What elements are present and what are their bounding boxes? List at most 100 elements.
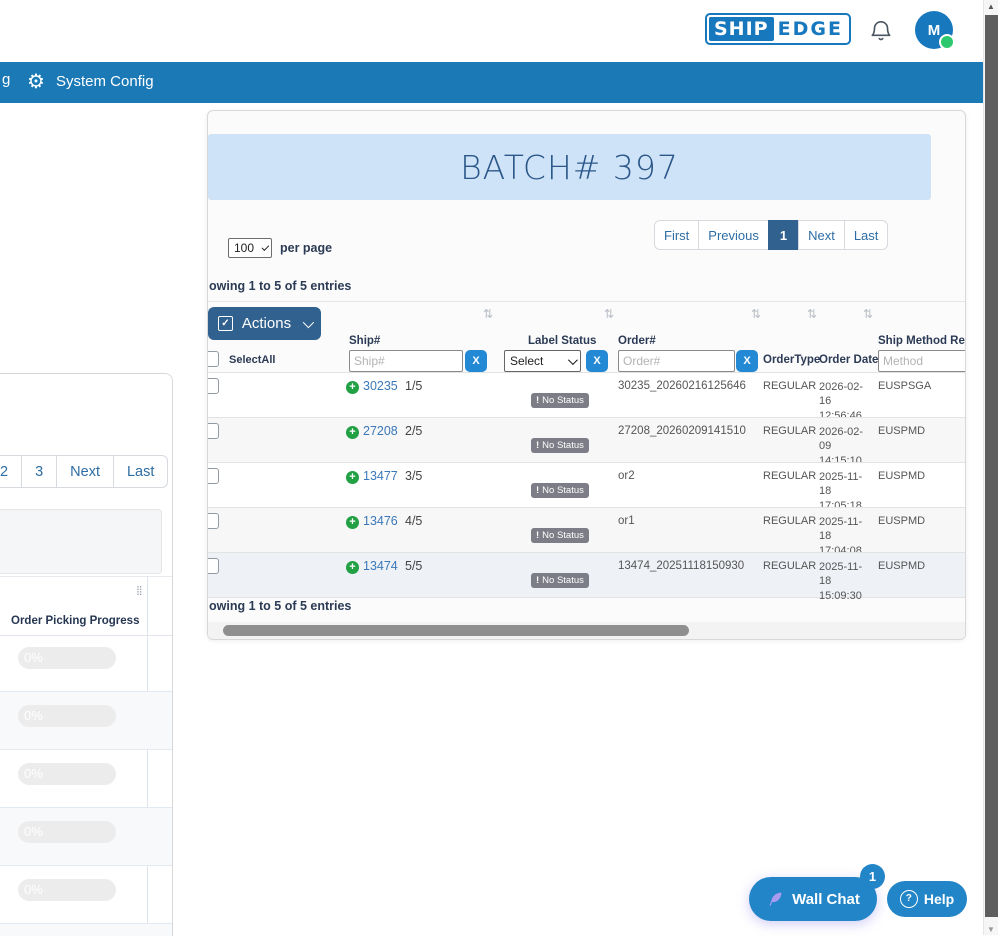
page-next-button[interactable]: Next <box>798 220 845 250</box>
ship-method: EUSPMD <box>878 560 925 572</box>
column-ship[interactable]: Ship# <box>349 335 380 347</box>
filter-row: SelectAll X Select X X OrderType Order D… <box>208 350 966 373</box>
wall-chat-button[interactable]: Wall Chat <box>749 877 877 921</box>
order-type: REGULAR <box>763 425 816 437</box>
logo-edge-text: EDGE <box>774 17 847 41</box>
per-page-control: 100 per page <box>228 238 332 258</box>
sort-icon-ordertype[interactable]: ⇅ <box>751 307 761 321</box>
badge-label: No Status <box>542 530 584 541</box>
drag-handle-icon[interactable]: ⣿ <box>136 588 144 593</box>
gear-icon: ⚙ <box>27 69 45 95</box>
column-order-date[interactable]: Order Date <box>819 354 878 366</box>
sort-icon-order[interactable]: ⇅ <box>604 307 614 321</box>
left-page-2[interactable]: 2 <box>0 455 22 488</box>
row-checkbox[interactable] <box>207 558 219 574</box>
order-number: 27208_20260209141510 <box>618 425 746 437</box>
column-order-type[interactable]: OrderType <box>763 354 820 366</box>
horizontal-scrollbar-thumb[interactable] <box>223 625 689 636</box>
column-order[interactable]: Order# <box>618 335 656 347</box>
clipped-nav-item[interactable]: g <box>2 71 10 88</box>
badge-label: No Status <box>542 395 584 406</box>
page-last-button[interactable]: Last <box>844 220 889 250</box>
progress-row: 0% <box>0 808 172 866</box>
left-progress-rows: 0% 0% 0% 0% 0% 0% <box>0 634 172 936</box>
vertical-scrollbar: ▲ ▼ <box>983 0 998 935</box>
progress-bar: 0% <box>18 647 116 669</box>
sort-icon-ship[interactable]: ⇅ <box>483 307 493 321</box>
ship-filter-input[interactable] <box>349 350 463 372</box>
order-number: 30235_20260216125646 <box>618 380 746 392</box>
clear-order-filter-button[interactable]: X <box>736 350 758 372</box>
column-label-status[interactable]: Label Status <box>528 335 596 347</box>
main-pagination: First Previous 1 Next Last <box>654 220 888 250</box>
select-all-checkbox[interactable] <box>207 351 219 367</box>
vertical-scrollbar-thumb[interactable] <box>985 15 998 917</box>
status-badge: !No Status <box>531 438 589 453</box>
online-status-dot <box>939 34 955 50</box>
ship-method: EUSPMD <box>878 515 925 527</box>
left-page-last[interactable]: Last <box>113 455 168 488</box>
table-header: ⇅ ⇅ ⇅ ⇅ ⇅ Ship# Label Status Order# Ship… <box>208 301 966 373</box>
nav-item-system-config[interactable]: System Config <box>56 73 154 90</box>
table-row: + 13477 3/5 !No Status or2 REGULAR 2025-… <box>208 462 966 507</box>
progress-bar: 0% <box>18 879 116 901</box>
label-status-select[interactable]: Select <box>504 350 581 372</box>
ship-number-link[interactable]: 13476 <box>363 514 398 528</box>
progress-bar: 0% <box>18 763 116 785</box>
row-checkbox[interactable] <box>207 468 219 484</box>
ship-sequence: 3/5 <box>405 469 422 483</box>
clear-ship-filter-button[interactable]: X <box>465 350 487 372</box>
showing-entries-top: owing 1 to 5 of 5 entries <box>209 279 351 293</box>
ship-number-link[interactable]: 27208 <box>363 424 398 438</box>
left-page-next[interactable]: Next <box>56 455 114 488</box>
horizontal-scrollbar <box>208 622 966 639</box>
badge-exclamation: ! <box>536 440 539 451</box>
ship-method: EUSPSGA <box>878 380 931 392</box>
expand-plus-icon[interactable]: + <box>346 471 359 484</box>
row-checkbox[interactable] <box>207 513 219 529</box>
badge-exclamation: ! <box>536 485 539 496</box>
method-filter-input[interactable] <box>878 350 966 372</box>
select-all-label: SelectAll <box>229 354 275 366</box>
page-current-button[interactable]: 1 <box>768 220 799 250</box>
progress-row: 0% <box>0 750 172 808</box>
sort-icon-orderdate[interactable]: ⇅ <box>807 307 817 321</box>
badge-label: No Status <box>542 440 584 451</box>
user-avatar[interactable]: M <box>915 11 953 49</box>
notifications-bell-icon[interactable] <box>868 17 894 45</box>
help-button[interactable]: ? Help <box>887 881 967 917</box>
clear-label-status-button[interactable]: X <box>586 350 608 372</box>
column-ship-method[interactable]: Ship Method Request <box>878 335 966 347</box>
page-first-button[interactable]: First <box>654 220 699 250</box>
progress-row: 0% <box>0 634 172 692</box>
status-badge: !No Status <box>531 573 589 588</box>
row-checkbox[interactable] <box>207 378 219 394</box>
sort-icon-method[interactable]: ⇅ <box>863 307 873 321</box>
order-type: REGULAR <box>763 560 816 572</box>
left-page-3[interactable]: 3 <box>21 455 57 488</box>
scroll-up-arrow-icon[interactable]: ▲ <box>984 2 998 11</box>
chat-notification-badge: 1 <box>860 864 885 889</box>
row-checkbox[interactable] <box>207 423 219 439</box>
ship-number-link[interactable]: 13474 <box>363 559 398 573</box>
order-type: REGULAR <box>763 515 816 527</box>
scroll-down-arrow-icon[interactable]: ▼ <box>984 925 998 934</box>
per-page-select[interactable]: 100 <box>228 238 272 258</box>
expand-plus-icon[interactable]: + <box>346 381 359 394</box>
chevron-down-icon <box>568 355 578 365</box>
badge-exclamation: ! <box>536 575 539 586</box>
ship-method: EUSPMD <box>878 425 925 437</box>
ship-number-link[interactable]: 13477 <box>363 469 398 483</box>
expand-plus-icon[interactable]: + <box>346 426 359 439</box>
expand-plus-icon[interactable]: + <box>346 561 359 574</box>
expand-plus-icon[interactable]: + <box>346 516 359 529</box>
ship-method: EUSPMD <box>878 470 925 482</box>
badge-label: No Status <box>542 485 584 496</box>
order-filter-input[interactable] <box>618 350 735 372</box>
logo-ship-text: SHIP <box>709 17 774 41</box>
progress-column-title: Order Picking Progress <box>11 615 139 627</box>
ship-number-link[interactable]: 30235 <box>363 379 398 393</box>
shipedge-logo[interactable]: SHIP EDGE <box>705 13 851 45</box>
page-previous-button[interactable]: Previous <box>698 220 769 250</box>
question-mark-icon: ? <box>900 890 918 908</box>
